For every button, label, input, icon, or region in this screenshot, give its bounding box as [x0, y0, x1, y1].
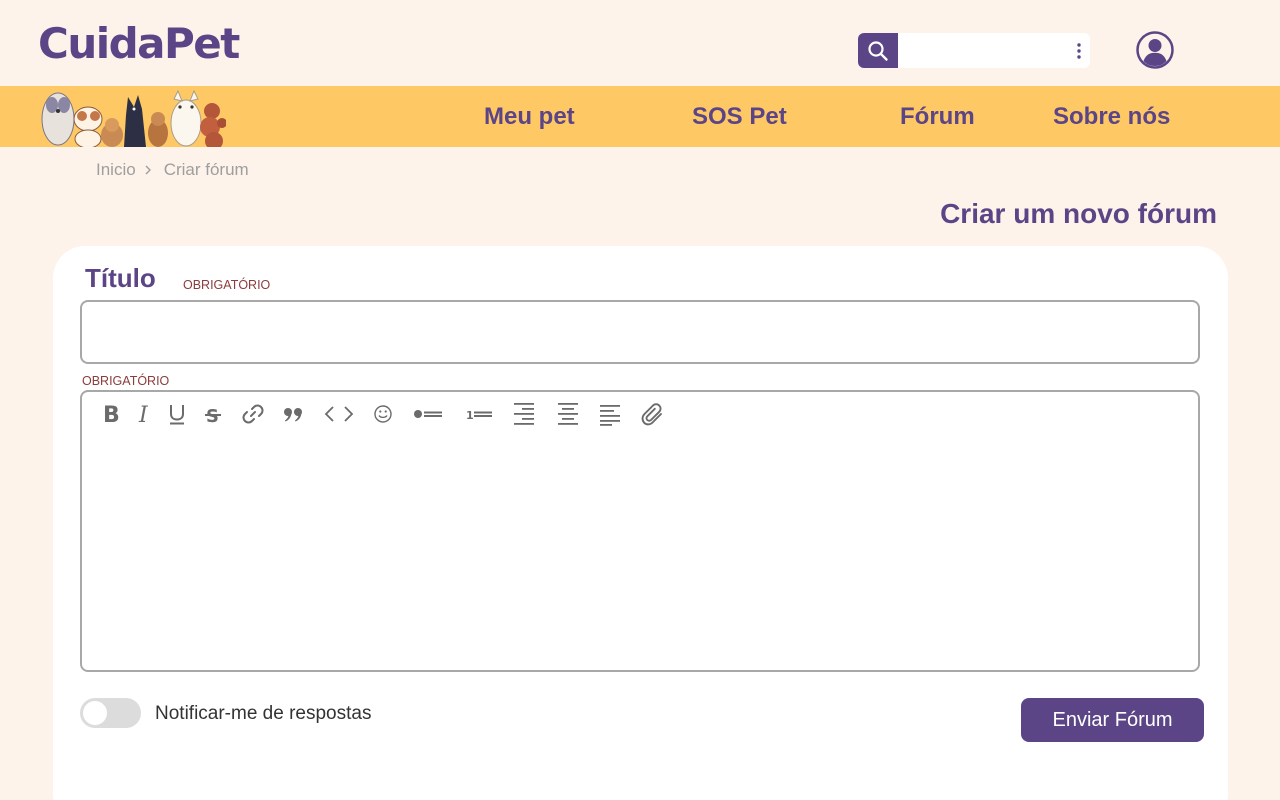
notify-toggle[interactable] — [80, 698, 141, 728]
align-center-button[interactable] — [556, 400, 580, 428]
editor-toolbar: B I S — [82, 392, 1198, 436]
kebab-menu-button[interactable] — [1072, 40, 1086, 62]
align-center-icon — [558, 403, 578, 425]
chevron-right-icon — [145, 165, 151, 175]
search-input[interactable] — [902, 39, 1062, 62]
search-icon — [868, 40, 888, 61]
dogs-illustration — [41, 89, 226, 147]
svg-text:I: I — [138, 403, 149, 426]
nav-item-forum[interactable]: Fórum — [900, 103, 975, 131]
user-profile-icon — [1136, 31, 1174, 69]
link-button[interactable] — [240, 400, 266, 428]
align-right-icon — [514, 403, 534, 425]
link-icon — [242, 404, 264, 424]
align-left-icon — [600, 405, 620, 426]
svg-text:B: B — [103, 403, 120, 426]
attachment-icon — [641, 403, 662, 426]
attachment-button[interactable] — [640, 400, 666, 428]
logo[interactable]: CuidaPet — [38, 20, 240, 68]
align-right-button[interactable] — [512, 400, 536, 428]
rich-text-editor: B I S — [80, 390, 1200, 672]
notify-label: Notificar-me de respostas — [155, 703, 372, 724]
forum-body-textarea[interactable] — [96, 440, 1184, 658]
title-input[interactable] — [80, 300, 1200, 364]
underline-button[interactable] — [166, 400, 188, 428]
page-title: Criar um novo fórum — [940, 198, 1217, 229]
italic-icon: I — [138, 403, 149, 426]
nav-item-sobre-nos[interactable]: Sobre nós — [1053, 103, 1170, 131]
svg-text:1: 1 — [466, 409, 474, 422]
search-button[interactable] — [858, 33, 898, 68]
toggle-knob — [83, 701, 107, 725]
title-field-label: Título — [85, 263, 156, 293]
breadcrumb-home[interactable]: Inicio — [96, 160, 136, 180]
breadcrumb-current: Criar fórum — [163, 160, 249, 179]
strikethrough-icon: S — [205, 406, 221, 426]
breadcrumb: Inicio Criar fórum — [96, 160, 249, 180]
kebab-menu-icon — [1077, 43, 1081, 59]
bullet-list-button[interactable] — [412, 400, 444, 428]
search-bar — [858, 33, 1090, 68]
bold-icon: B — [103, 403, 120, 426]
bold-button[interactable]: B — [98, 400, 122, 428]
header: CuidaPet — [0, 0, 1280, 86]
align-left-button[interactable] — [598, 400, 622, 428]
strikethrough-button[interactable]: S — [202, 400, 224, 428]
navigation-bar: Meu pet SOS Pet Fórum Sobre nós — [0, 86, 1280, 147]
numbered-list-icon: 1 — [466, 409, 492, 422]
code-button[interactable] — [322, 400, 356, 428]
title-required-label: OBRIGATÓRIO — [183, 278, 271, 292]
italic-button[interactable]: I — [134, 400, 154, 428]
emoji-button[interactable] — [372, 400, 394, 428]
code-icon — [324, 406, 354, 422]
numbered-list-button[interactable]: 1 — [464, 400, 494, 428]
bullet-list-icon — [414, 410, 442, 418]
emoji-icon — [374, 405, 392, 423]
submit-forum-button[interactable]: Enviar Fórum — [1021, 698, 1204, 742]
quote-button[interactable] — [280, 400, 306, 428]
quote-icon — [284, 408, 302, 422]
user-profile-button[interactable] — [1135, 30, 1175, 70]
nav-item-meu-pet[interactable]: Meu pet — [484, 103, 575, 131]
underline-icon — [170, 405, 184, 425]
nav-item-sos-pet[interactable]: SOS Pet — [692, 103, 787, 131]
body-required-label: OBRIGATÓRIO — [82, 374, 170, 388]
